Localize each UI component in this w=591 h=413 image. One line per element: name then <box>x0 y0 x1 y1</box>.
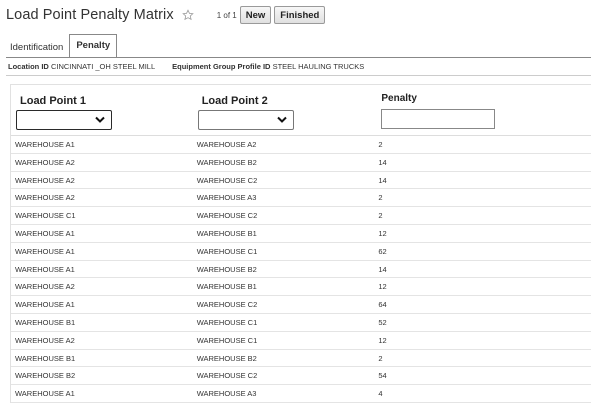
penalty-filter-input[interactable] <box>381 109 496 129</box>
cell-penalty: 14 <box>378 157 387 167</box>
cell-load-point-1: WAREHOUSE A1 <box>15 140 75 149</box>
equipment-label: Equipment Group Profile ID <box>172 62 271 71</box>
table-row[interactable]: WAREHOUSE B1 WAREHOUSE C1 52 <box>11 313 591 332</box>
cell-load-point-2: WAREHOUSE B2 <box>196 264 257 274</box>
cell-load-point-2: WAREHOUSE C1 <box>196 335 258 345</box>
table-row[interactable]: WAREHOUSE A2 WAREHOUSE C2 14 <box>11 171 591 190</box>
table-row[interactable]: WAREHOUSE A1 WAREHOUSE C1 62 <box>11 242 591 261</box>
cell-load-point-1: WAREHOUSE A2 <box>15 175 75 185</box>
cell-load-point-2: WAREHOUSE B2 <box>196 353 257 363</box>
table-row[interactable]: WAREHOUSE A1 WAREHOUSE A2 2 <box>11 136 591 154</box>
pager-indicator: 1 of 1 <box>216 10 237 20</box>
cell-load-point-2: WAREHOUSE B2 <box>196 157 257 167</box>
cell-load-point-1: WAREHOUSE A1 <box>15 228 75 238</box>
table-header-row: Load Point 1 Load Point 2 Penalty <box>11 85 591 136</box>
location-value: CINCINNATI _OH STEEL MILL <box>50 62 156 71</box>
cell-load-point-2: WAREHOUSE C2 <box>196 300 258 310</box>
favorite-star-icon[interactable] <box>181 9 194 21</box>
column-header-label: Penalty <box>381 93 417 104</box>
page-header: Load Point Penalty Matrix 1 of 1 New Fin… <box>6 4 326 26</box>
cell-load-point-2: WAREHOUSE A3 <box>196 193 257 203</box>
cell-penalty: 12 <box>378 335 387 345</box>
table-row[interactable]: WAREHOUSE A2 WAREHOUSE B1 12 <box>11 278 591 297</box>
column-header-label: Load Point 1 <box>20 95 86 107</box>
table-row[interactable]: WAREHOUSE A1 WAREHOUSE A3 4 <box>11 385 591 403</box>
cell-penalty: 54 <box>378 371 387 381</box>
cell-load-point-1: WAREHOUSE B2 <box>15 371 76 381</box>
load-point-1-filter-select[interactable] <box>16 110 112 130</box>
penalty-matrix-table: Load Point 1 Load Point 2 Penalty WAREHO… <box>10 84 591 403</box>
tab-bar: Identification Penalty <box>6 33 118 58</box>
cell-load-point-2: WAREHOUSE C1 <box>196 317 258 327</box>
cell-load-point-1: WAREHOUSE B1 <box>15 317 76 327</box>
table-row[interactable]: WAREHOUSE C1 WAREHOUSE C2 2 <box>11 207 591 225</box>
cell-load-point-2: WAREHOUSE C2 <box>196 211 258 221</box>
tab-penalty[interactable]: Penalty <box>69 34 118 58</box>
equipment-value: STEEL HAULING TRUCKS <box>272 62 365 71</box>
cell-penalty: 2 <box>378 211 383 221</box>
cell-penalty: 2 <box>378 193 383 203</box>
load-point-2-filter-select[interactable] <box>197 110 294 130</box>
column-header-label: Load Point 2 <box>201 95 268 107</box>
page-title: Load Point Penalty Matrix <box>6 7 174 23</box>
chevron-down-icon <box>95 116 105 123</box>
cell-load-point-2: WAREHOUSE B1 <box>196 282 257 292</box>
chevron-down-icon <box>276 116 287 123</box>
table-row[interactable]: WAREHOUSE A2 WAREHOUSE A3 2 <box>11 189 591 208</box>
cell-load-point-2: WAREHOUSE A3 <box>196 389 257 399</box>
finished-button[interactable]: Finished <box>274 6 326 24</box>
table-row[interactable]: WAREHOUSE A2 WAREHOUSE B2 14 <box>11 154 591 172</box>
cell-load-point-2: WAREHOUSE A2 <box>196 140 257 149</box>
cell-penalty: 64 <box>378 300 387 310</box>
cell-load-point-1: WAREHOUSE C1 <box>15 211 76 221</box>
cell-load-point-1: WAREHOUSE A1 <box>15 300 75 310</box>
cell-load-point-1: WAREHOUSE A2 <box>15 157 75 167</box>
table-row[interactable]: WAREHOUSE A1 WAREHOUSE C2 64 <box>11 296 591 314</box>
cell-load-point-1: WAREHOUSE A2 <box>15 282 75 292</box>
cell-load-point-1: WAREHOUSE A1 <box>15 264 75 274</box>
cell-load-point-1: WAREHOUSE B1 <box>15 353 76 363</box>
table-row[interactable]: WAREHOUSE A1 WAREHOUSE B1 12 <box>11 225 591 243</box>
cell-penalty: 12 <box>378 282 387 292</box>
new-button[interactable]: New <box>239 6 272 24</box>
cell-penalty: 14 <box>378 264 387 274</box>
header-load-point-1: Load Point 1 <box>11 85 193 135</box>
header-penalty: Penalty <box>374 85 591 135</box>
cell-load-point-2: WAREHOUSE B1 <box>196 228 257 238</box>
cell-load-point-1: WAREHOUSE A2 <box>15 335 75 345</box>
cell-penalty: 52 <box>378 317 387 327</box>
table-body: WAREHOUSE A1 WAREHOUSE A2 2 WAREHOUSE A2 WAR… <box>11 136 591 403</box>
table-row[interactable]: WAREHOUSE A1 WAREHOUSE B2 14 <box>11 261 591 279</box>
header-load-point-2: Load Point 2 <box>193 85 375 135</box>
context-info-bar: Location ID CINCINNATI _OH STEEL MILL Eq… <box>6 58 591 76</box>
cell-penalty: 62 <box>378 246 387 256</box>
cell-penalty: 2 <box>378 353 383 363</box>
cell-penalty: 14 <box>378 175 387 185</box>
cell-load-point-1: WAREHOUSE A1 <box>15 389 75 399</box>
cell-load-point-2: WAREHOUSE C2 <box>196 371 258 381</box>
cell-penalty: 12 <box>378 228 387 238</box>
table-row[interactable]: WAREHOUSE B1 WAREHOUSE B2 2 <box>11 349 591 368</box>
cell-penalty: 2 <box>378 140 383 149</box>
cell-load-point-2: WAREHOUSE C1 <box>196 246 258 256</box>
table-row[interactable]: WAREHOUSE A2 WAREHOUSE C1 12 <box>11 332 591 350</box>
cell-load-point-2: WAREHOUSE C2 <box>196 175 258 185</box>
location-label: Location ID <box>8 62 49 71</box>
tab-identification[interactable]: Identification <box>6 38 67 58</box>
cell-penalty: 4 <box>378 389 383 399</box>
table-row[interactable]: WAREHOUSE B2 WAREHOUSE C2 54 <box>11 367 591 386</box>
cell-load-point-1: WAREHOUSE A2 <box>15 193 75 203</box>
cell-load-point-1: WAREHOUSE A1 <box>15 246 75 256</box>
